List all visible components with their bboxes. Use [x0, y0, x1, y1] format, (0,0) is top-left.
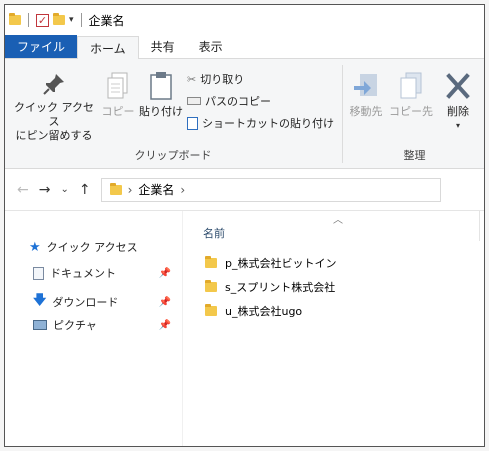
sidebar-item-pictures[interactable]: ピクチャ 📌 [33, 317, 177, 333]
document-icon [33, 266, 44, 280]
file-name: s_スプリント株式会社 [225, 281, 336, 294]
copy-to-icon [400, 72, 422, 99]
copy-path-icon [187, 97, 201, 105]
file-list: ︿ 名前 p_株式会社ビットイン s_スプリント株式会社 u_株式会社ugo [183, 211, 484, 446]
column-divider[interactable] [479, 211, 480, 241]
column-header-name[interactable]: 名前 [203, 225, 225, 241]
organize-group: 移動先 コピー先 削除 ▾ 整理 [343, 59, 484, 169]
sidebar-item-downloads[interactable]: 🡇 ダウンロード 📌 [33, 291, 177, 313]
delete-x-icon [446, 73, 470, 99]
tab-home[interactable]: ホーム [77, 36, 139, 59]
folder-icon [205, 256, 217, 268]
ribbon-tabs: ファイル ホーム 共有 表示 [5, 35, 484, 59]
paste-icon [150, 72, 172, 100]
breadcrumb-separator[interactable]: › [180, 183, 185, 197]
scissors-icon: ✂ [187, 72, 197, 86]
move-to-icon [354, 74, 377, 96]
pin-label-line2: にピン留めする [15, 129, 93, 142]
navigation-pane: ★ クイック アクセス ドキュメント 📌 🡇 ダウンロード 📌 ピクチャ 📌 [5, 211, 183, 446]
paste-label: 貼り付け [139, 105, 183, 118]
delete-button[interactable]: 削除 ▾ [439, 71, 477, 133]
pin-icon: 📌 [158, 267, 171, 279]
pin-icon: 📌 [158, 296, 171, 308]
sort-ascending-icon: ︿ [333, 215, 343, 226]
cut-button[interactable]: ✂ 切り取り [187, 71, 244, 87]
address-bar[interactable]: › 企業名 › [100, 177, 441, 202]
paste-button[interactable]: 貼り付け [139, 71, 183, 119]
file-name: u_株式会社ugo [225, 305, 303, 318]
file-name: p_株式会社ビットイン [225, 257, 337, 270]
sidebar-item-label: ドキュメント [50, 267, 116, 280]
list-item[interactable]: u_株式会社ugo [205, 303, 302, 319]
title-bar: ✓ ▾ 企業名 [5, 5, 484, 35]
folder-icon [9, 13, 21, 25]
move-to-button[interactable]: 移動先 [347, 71, 385, 119]
clipboard-group-label: クリップボード [134, 149, 212, 162]
paste-shortcut-button[interactable]: ショートカットの貼り付け [187, 115, 334, 131]
tab-file[interactable]: ファイル [5, 35, 78, 58]
pin-icon: 📌 [158, 319, 171, 331]
cut-label: 切り取り [200, 73, 245, 86]
pin-to-quick-access-button[interactable]: クイック アクセス にピン留めする [11, 71, 97, 143]
move-to-label: 移動先 [349, 105, 383, 118]
sidebar-item-label: ダウンロード [52, 296, 119, 309]
folder-icon [205, 280, 217, 292]
pin-icon [43, 74, 64, 95]
divider [80, 13, 82, 27]
delete-dropdown-icon[interactable]: ▾ [439, 119, 477, 133]
list-item[interactable]: p_株式会社ビットイン [205, 255, 336, 271]
back-arrow-icon[interactable]: ← [17, 182, 29, 198]
delete-label: 削除 [447, 105, 469, 118]
copy-path-label: パスのコピー [205, 95, 271, 108]
clipboard-group: クイック アクセス にピン留めする コピー 貼り付け ✂ 切り取り パスのコピー… [5, 59, 341, 169]
folder-icon [205, 304, 217, 316]
customize-quick-access-button[interactable]: ▾ [69, 15, 74, 25]
tab-share[interactable]: 共有 [139, 35, 187, 58]
up-arrow-icon[interactable]: ↑ [79, 182, 91, 198]
sidebar-item-label: クイック アクセス [46, 241, 138, 254]
sidebar-item-label: ピクチャ [53, 319, 97, 332]
copy-path-button[interactable]: パスのコピー [187, 93, 271, 109]
copy-button[interactable]: コピー [101, 71, 135, 119]
folder-icon [109, 182, 122, 195]
pin-label-line1: クイック アクセス [14, 101, 94, 128]
breadcrumb-separator[interactable]: › [128, 183, 133, 197]
explorer-window: ✓ ▾ 企業名 ファイル ホーム 共有 表示 クイック アクセス にピン留めする [4, 4, 485, 447]
sidebar-item-quick-access[interactable]: ★ クイック アクセス [29, 239, 173, 255]
paste-shortcut-icon [187, 116, 198, 130]
copy-to-label: コピー先 [389, 105, 433, 118]
organize-group-label: 整理 [403, 149, 426, 162]
paste-shortcut-label: ショートカットの貼り付け [202, 117, 334, 130]
ribbon: クイック アクセス にピン留めする コピー 貼り付け ✂ 切り取り パスのコピー… [5, 59, 484, 169]
forward-arrow-icon[interactable]: → [39, 182, 51, 198]
sidebar-item-documents[interactable]: ドキュメント 📌 [33, 265, 177, 281]
download-icon: 🡇 [33, 293, 47, 308]
quick-access-toolbar: ✓ ▾ [9, 13, 85, 27]
new-folder-icon[interactable] [53, 13, 65, 25]
navigation-bar: ← → ⌄ ↑ › 企業名 › [5, 169, 484, 211]
tab-view[interactable]: 表示 [187, 35, 235, 58]
breadcrumb-item[interactable]: 企業名 [138, 181, 174, 198]
picture-icon [33, 320, 47, 330]
list-item[interactable]: s_スプリント株式会社 [205, 279, 335, 295]
star-icon: ★ [29, 239, 41, 255]
copy-to-button[interactable]: コピー先 [389, 71, 433, 119]
properties-check-icon[interactable]: ✓ [36, 13, 49, 27]
recent-locations-chevron-icon[interactable]: ⌄ [60, 184, 68, 195]
window-title: 企業名 [88, 13, 125, 28]
divider [28, 13, 29, 27]
copy-icon [107, 72, 128, 99]
copy-label: コピー [101, 105, 135, 118]
